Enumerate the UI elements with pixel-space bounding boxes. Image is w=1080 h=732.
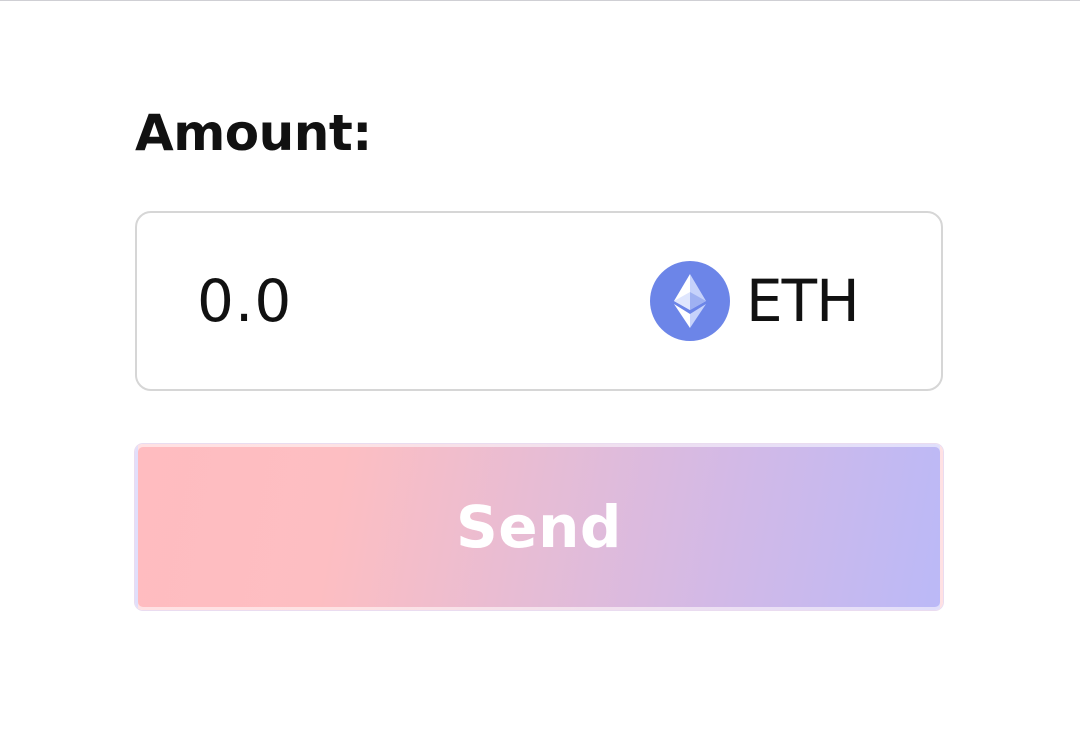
amount-field-container: ETH <box>135 211 943 391</box>
token-selector[interactable]: ETH <box>650 261 860 341</box>
amount-label: Amount: <box>135 104 372 162</box>
amount-input[interactable] <box>197 263 617 339</box>
send-button[interactable]: Send <box>135 444 943 610</box>
ethereum-icon <box>650 261 730 341</box>
send-form-page: Amount: ETH Send <box>0 0 1080 732</box>
token-symbol: ETH <box>746 267 860 335</box>
send-button-label: Send <box>456 493 622 561</box>
ethereum-icon-graphic <box>650 261 730 341</box>
